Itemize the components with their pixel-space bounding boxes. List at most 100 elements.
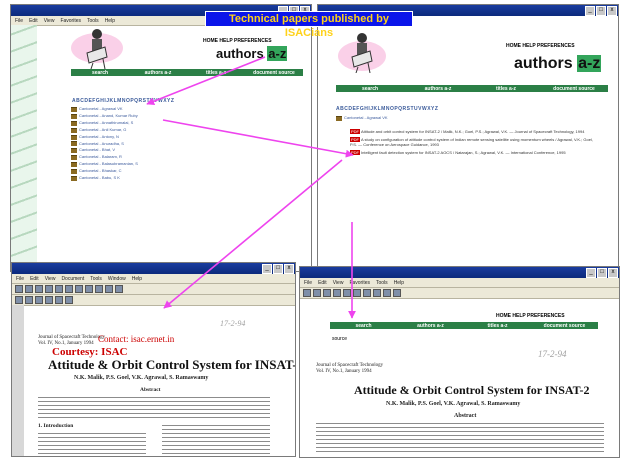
header-links[interactable]: HOME HELP PREFERENCES <box>496 313 565 319</box>
first-page-icon[interactable] <box>85 285 93 293</box>
nav-authors[interactable]: authors a-z <box>397 323 464 329</box>
nav-authors[interactable]: authors a-z <box>129 70 187 76</box>
nav-source[interactable]: document source <box>540 86 608 92</box>
forward-icon[interactable] <box>313 289 321 297</box>
close-icon[interactable]: x <box>608 267 618 278</box>
print-icon[interactable] <box>35 285 43 293</box>
list-item[interactable]: Cantonetal - Balaram, R <box>71 154 138 161</box>
heading-authors: authors <box>216 46 264 61</box>
menu-file[interactable]: File <box>15 18 23 24</box>
nav-authors[interactable]: authors a-z <box>404 86 472 92</box>
alphabet-bar[interactable]: ABCDEFGHIJKLMNOPQRSTUVWXYZ <box>72 98 174 104</box>
zoom-out-icon[interactable] <box>15 296 23 304</box>
list-item[interactable]: Cantonetal - Agrawal VK <box>71 106 138 113</box>
zoom-in-icon[interactable] <box>25 296 33 304</box>
maximize-icon[interactable]: □ <box>273 263 283 274</box>
menu-view[interactable]: View <box>45 276 56 282</box>
back-icon[interactable] <box>303 289 311 297</box>
menu-tools[interactable]: Tools <box>90 276 102 282</box>
menu-bar: File Edit View Favorites Tools Help <box>300 278 619 288</box>
list-item[interactable]: Cantonetal - Babu, S K <box>71 175 138 182</box>
menu-help[interactable]: Help <box>132 276 142 282</box>
alphabet-bar[interactable]: ABCDEFGHIJKLMNOPQRSTUVWXYZ <box>336 106 438 112</box>
fit-page-icon[interactable] <box>45 296 53 304</box>
menu-edit[interactable]: Edit <box>29 18 38 24</box>
mail-icon[interactable] <box>383 289 391 297</box>
save-icon[interactable] <box>25 285 33 293</box>
record-item[interactable]: PDF Attitude and orbit control system for… <box>350 129 600 134</box>
list-item[interactable]: Cantonetal - Anil Kumar, G <box>71 127 138 134</box>
small-label: source <box>332 336 348 342</box>
list-item[interactable]: Cantonetal - Antony, N <box>71 134 138 141</box>
abstract-text <box>38 395 270 419</box>
refresh-icon[interactable] <box>333 289 341 297</box>
fit-width-icon[interactable] <box>55 296 63 304</box>
menu-help[interactable]: Help <box>394 280 404 286</box>
page-number: 17-2-94 <box>220 319 246 328</box>
close-icon[interactable]: x <box>284 263 294 274</box>
menu-help[interactable]: Help <box>105 18 115 24</box>
pdf-icon[interactable]: PDF <box>350 129 360 134</box>
list-item[interactable]: Cantonetal - Anand, Kumar Ruby <box>71 113 138 120</box>
minimize-icon[interactable]: _ <box>262 263 272 274</box>
list-item[interactable]: Cantonetal - Bhaskar, C <box>71 168 138 175</box>
nav-search[interactable]: search <box>71 70 129 76</box>
list-item[interactable]: Cantonetal - Annathirumalai, S <box>71 120 138 127</box>
next-page-icon[interactable] <box>105 285 113 293</box>
folder-icon <box>71 148 77 154</box>
record-item[interactable]: PDF Intelligent fault detection system fo… <box>350 150 600 155</box>
history-icon[interactable] <box>373 289 381 297</box>
nav-source[interactable]: document source <box>245 70 303 76</box>
zoom-icon[interactable] <box>65 285 73 293</box>
menu-file[interactable]: File <box>16 276 24 282</box>
maximize-icon[interactable]: □ <box>597 267 607 278</box>
list-item[interactable]: Cantonetal - Anuradha, S <box>71 141 138 148</box>
page-heading: authors a-z <box>216 46 288 61</box>
collection-logo-icon <box>86 29 108 69</box>
search-icon[interactable] <box>45 285 53 293</box>
search-icon[interactable] <box>353 289 361 297</box>
record-item[interactable]: PDF A study on configuration of attitude … <box>350 137 600 147</box>
header-links[interactable]: HOME HELP PREFERENCES <box>506 43 575 49</box>
hand-icon[interactable] <box>55 285 63 293</box>
menu-view[interactable]: View <box>44 18 55 24</box>
print-icon[interactable] <box>393 289 401 297</box>
nav-source[interactable]: document source <box>531 323 598 329</box>
menu-tools[interactable]: Tools <box>87 18 99 24</box>
pdf-icon[interactable]: PDF <box>350 150 360 155</box>
banner-title: Technical papers published by ISACians <box>205 11 413 39</box>
actual-size-icon[interactable] <box>35 296 43 304</box>
nav-titles[interactable]: titles a-z <box>187 70 245 76</box>
home-icon[interactable] <box>343 289 351 297</box>
heading-authors: authors <box>514 55 573 72</box>
nav-titles[interactable]: titles a-z <box>464 323 531 329</box>
menu-favorites[interactable]: Favorites <box>349 280 370 286</box>
menu-tools[interactable]: Tools <box>376 280 388 286</box>
minimize-icon[interactable]: _ <box>585 5 595 16</box>
minimize-icon[interactable]: _ <box>586 267 596 278</box>
nav-search[interactable]: search <box>336 86 404 92</box>
prev-page-icon[interactable] <box>95 285 103 293</box>
menu-document[interactable]: Document <box>61 276 84 282</box>
header-links[interactable]: HOME HELP PREFERENCES <box>203 38 272 44</box>
close-icon[interactable]: x <box>607 5 617 16</box>
menu-window[interactable]: Window <box>108 276 126 282</box>
decorative-vine <box>11 25 37 271</box>
text-select-icon[interactable] <box>75 285 83 293</box>
menu-file[interactable]: File <box>304 280 312 286</box>
nav-search[interactable]: search <box>330 323 397 329</box>
open-folder[interactable]: Cantonetal - Agrawal VK <box>336 115 388 122</box>
nav-titles[interactable]: titles a-z <box>472 86 540 92</box>
favorites-icon[interactable] <box>363 289 371 297</box>
menu-view[interactable]: View <box>333 280 344 286</box>
menu-edit[interactable]: Edit <box>30 276 39 282</box>
maximize-icon[interactable]: □ <box>596 5 606 16</box>
menu-favorites[interactable]: Favorites <box>60 18 81 24</box>
open-icon[interactable] <box>15 285 23 293</box>
rotate-icon[interactable] <box>65 296 73 304</box>
stop-icon[interactable] <box>323 289 331 297</box>
list-item[interactable]: Cantonetal - Balasubramanian, S <box>71 161 138 168</box>
list-item[interactable]: Cantonetal - Bhat, V <box>71 147 138 154</box>
last-page-icon[interactable] <box>115 285 123 293</box>
menu-edit[interactable]: Edit <box>318 280 327 286</box>
